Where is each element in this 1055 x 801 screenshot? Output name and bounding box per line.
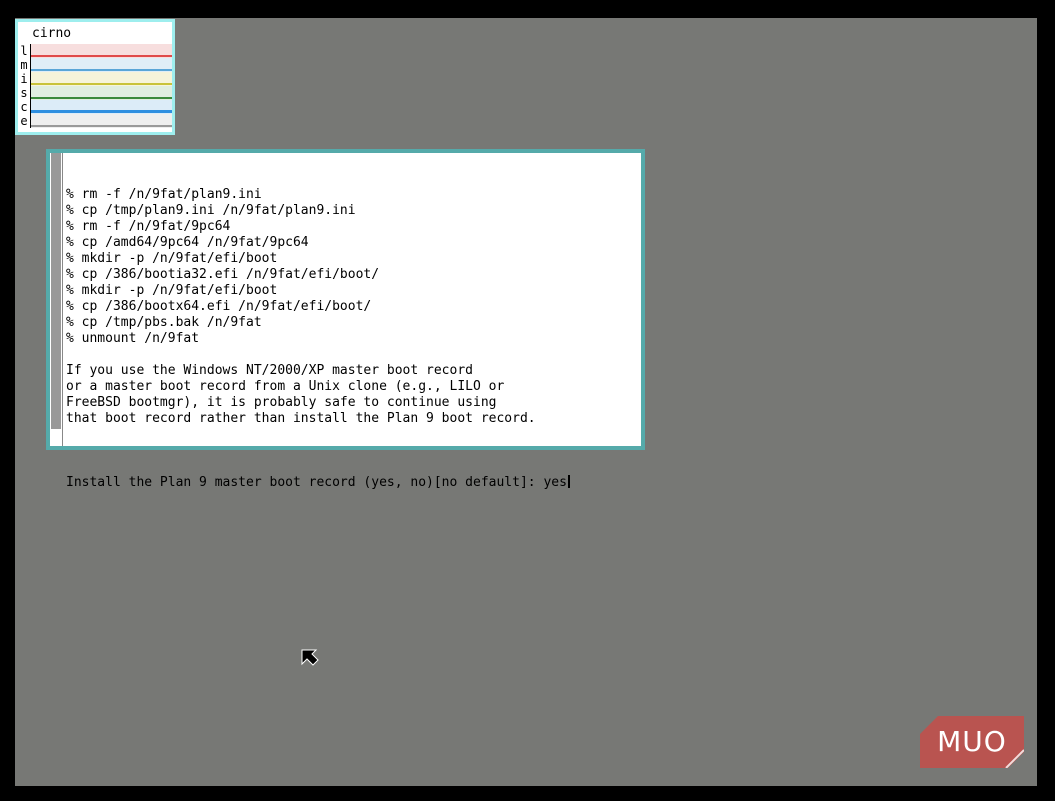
terminal-line: or a master boot record from a Unix clon… [66, 379, 505, 394]
stat-graph [31, 114, 172, 128]
stat-graph-line [31, 110, 172, 113]
terminal-line: % rm -f /n/9fat/9pc64 [66, 219, 231, 234]
terminal-prompt: Install the Plan 9 master boot record (y… [66, 475, 544, 490]
terminal-input[interactable]: yes [543, 475, 566, 490]
stat-row-e[interactable]: e [18, 114, 172, 128]
stat-row-c[interactable]: c [18, 100, 172, 114]
stat-label: s [18, 86, 31, 100]
stat-row-s[interactable]: s [18, 86, 172, 100]
stat-graph-line [31, 55, 172, 57]
terminal-line: % cp /tmp/plan9.ini /n/9fat/plan9.ini [66, 203, 356, 218]
stat-label: c [18, 100, 31, 114]
stat-graph-line [31, 83, 172, 85]
terminal-line: % mkdir -p /n/9fat/efi/boot [66, 251, 278, 266]
terminal-window[interactable]: % rm -f /n/9fat/plan9.ini% cp /tmp/plan9… [46, 149, 645, 490]
logo-badge-icon [920, 716, 1025, 769]
stat-graph [31, 72, 172, 86]
stat-graph-line [31, 69, 172, 71]
terminal-scrollbar[interactable] [50, 153, 63, 446]
terminal-line: If you use the Windows NT/2000/XP master… [66, 363, 473, 378]
stat-graph-line [31, 125, 172, 127]
terminal-body[interactable]: % rm -f /n/9fat/plan9.ini% cp /tmp/plan9… [50, 153, 641, 490]
terminal-line: FreeBSD bootmgr), it is probably safe to… [66, 395, 497, 410]
stat-graph [31, 58, 172, 72]
arrow-pointer-icon [301, 649, 319, 666]
stat-graph [31, 100, 172, 114]
stat-label: m [18, 58, 31, 72]
terminal-scrollbar-thumb[interactable] [51, 153, 61, 429]
stats-window[interactable]: cirno lmisce [15, 19, 175, 135]
stat-graph [31, 44, 172, 58]
stat-graph-line [31, 97, 172, 99]
stat-label: l [18, 44, 31, 58]
stat-label: e [18, 114, 31, 128]
desktop[interactable]: cirno lmisce % rm -f /n/9fat/plan9.ini% … [15, 18, 1037, 786]
terminal-line: that boot record rather than install the… [66, 411, 536, 426]
stat-label: i [18, 72, 31, 86]
stat-row-l[interactable]: l [18, 44, 172, 58]
terminal-line: % cp /amd64/9pc64 /n/9fat/9pc64 [66, 235, 309, 250]
terminal-line: % cp /386/bootia32.efi /n/9fat/efi/boot/ [66, 267, 380, 282]
stat-row-m[interactable]: m [18, 58, 172, 72]
stats-panel: cirno lmisce [18, 22, 172, 132]
muo-logo: MUO [920, 716, 1025, 769]
terminal-line: % mkdir -p /n/9fat/efi/boot [66, 283, 278, 298]
terminal-output[interactable]: % rm -f /n/9fat/plan9.ini% cp /tmp/plan9… [66, 155, 570, 523]
stats-hostname: cirno [32, 26, 72, 41]
terminal-prompt-line[interactable]: Install the Plan 9 master boot record (y… [66, 475, 570, 491]
terminal-line: % cp /tmp/pbs.bak /n/9fat [66, 315, 262, 330]
terminal-lines: % rm -f /n/9fat/plan9.ini% cp /tmp/plan9… [66, 187, 570, 443]
terminal-line: % cp /386/bootx64.efi /n/9fat/efi/boot/ [66, 299, 372, 314]
stat-graph [31, 86, 172, 100]
stat-row-i[interactable]: i [18, 72, 172, 86]
terminal-line: % rm -f /n/9fat/plan9.ini [66, 187, 262, 202]
text-cursor [567, 475, 570, 488]
terminal-line: % unmount /n/9fat [66, 331, 200, 346]
